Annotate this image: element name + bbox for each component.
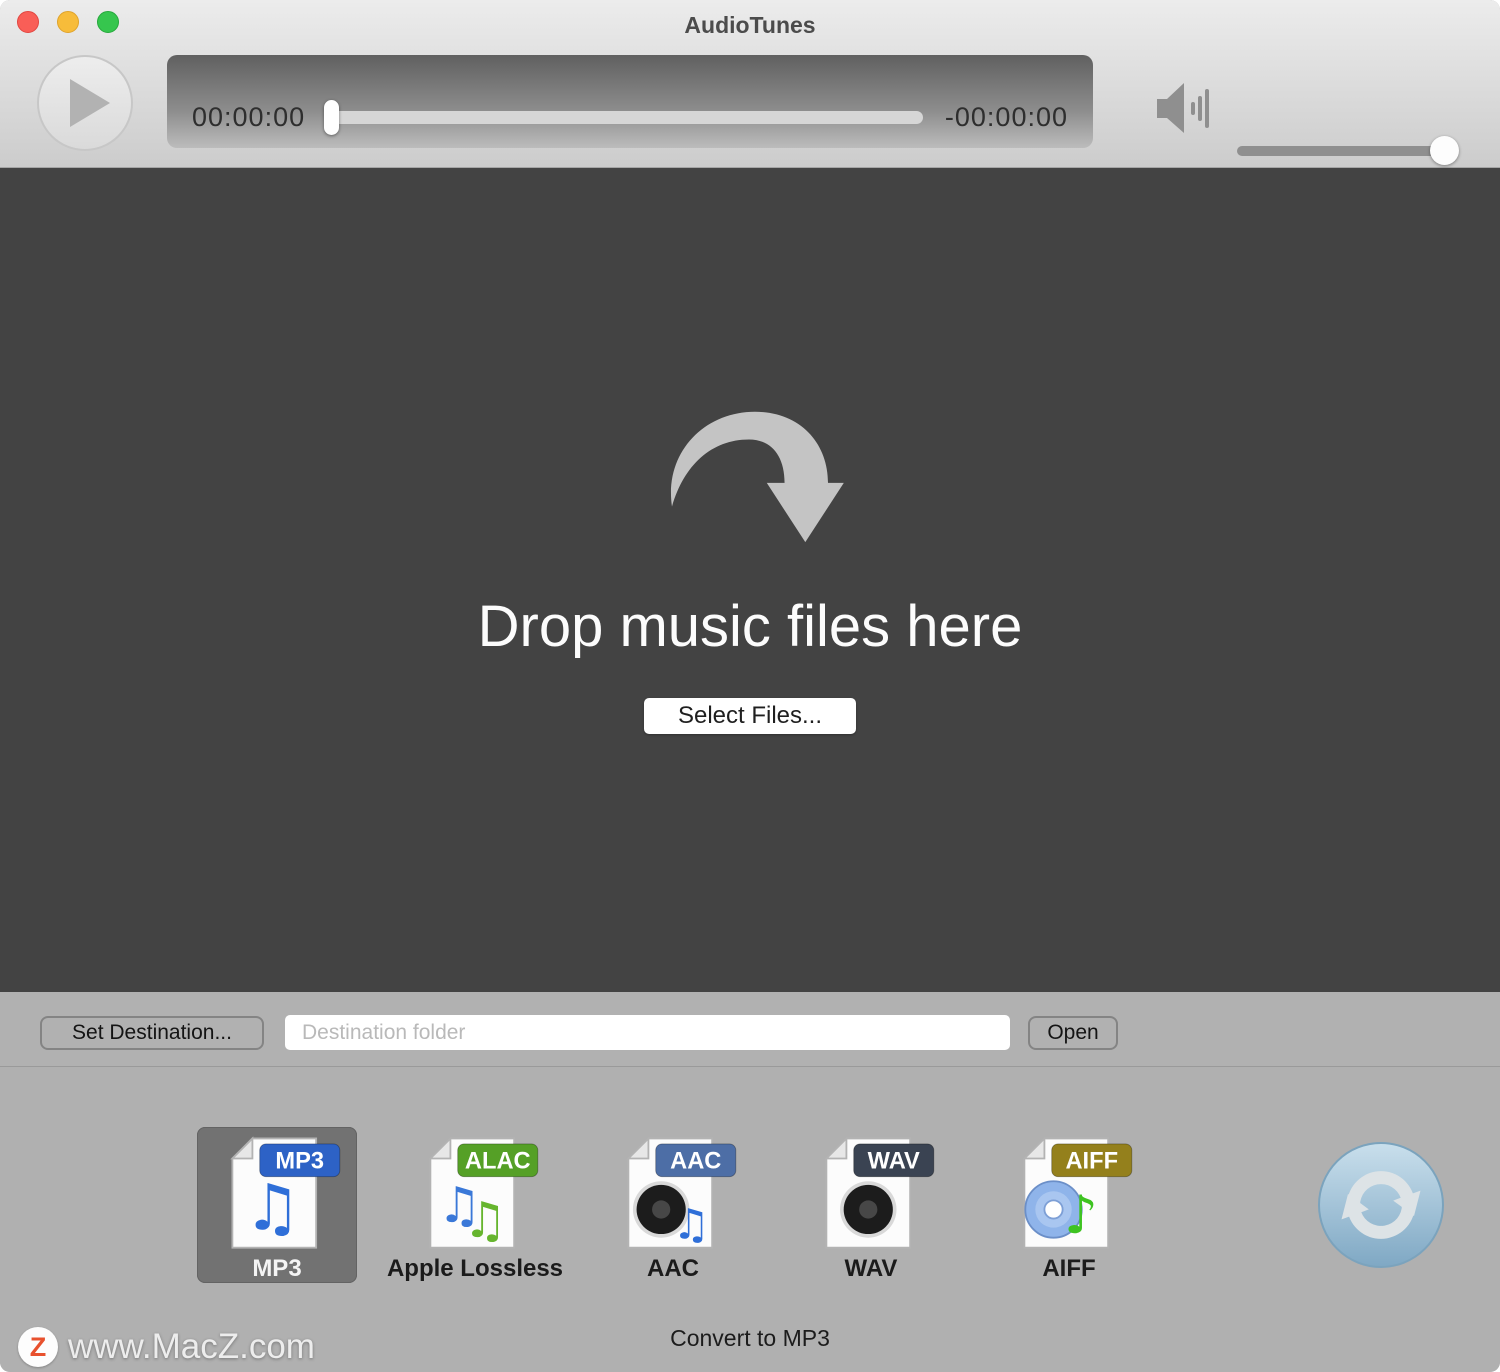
seek-slider[interactable] (327, 111, 923, 124)
set-destination-button[interactable]: Set Destination... (40, 1016, 264, 1050)
window-title: AudioTunes (0, 0, 1500, 48)
convert-sync-icon (1317, 1141, 1445, 1269)
destination-folder-input[interactable] (285, 1015, 1010, 1050)
wav-file-icon: WAV (801, 1133, 941, 1255)
remaining-time: -00:00:00 (945, 102, 1068, 133)
player-toolbar: 00:00:00 -00:00:00 (0, 48, 1500, 168)
open-destination-button[interactable]: Open (1028, 1016, 1118, 1050)
svg-text:WAV: WAV (868, 1149, 920, 1175)
seek-slider-thumb[interactable] (324, 100, 339, 135)
format-label: AIFF (1042, 1255, 1095, 1283)
format-tile-alac[interactable]: ♫ ♫ ALAC Apple Lossless (395, 1127, 555, 1283)
volume-slider[interactable] (1237, 146, 1445, 156)
elapsed-time: 00:00:00 (192, 102, 305, 133)
title-bar: AudioTunes (0, 0, 1500, 48)
watermark: Z www.MacZ.com (18, 1327, 315, 1367)
format-tile-wav[interactable]: WAV WAV (791, 1127, 951, 1283)
play-button[interactable] (37, 55, 133, 151)
svg-text:ALAC: ALAC (465, 1149, 531, 1175)
svg-text:AAC: AAC (670, 1149, 721, 1175)
svg-text:MP3: MP3 (275, 1149, 324, 1175)
music-note-icon: ♫ (463, 1191, 507, 1249)
svg-text:AIFF: AIFF (1065, 1149, 1118, 1175)
drop-message: Drop music files here (478, 598, 1023, 656)
speaker-cone-icon (840, 1181, 896, 1237)
mp3-file-icon: ♫ MP3 (207, 1133, 347, 1255)
destination-bar: Set Destination... Open (0, 992, 1500, 1067)
volume-slider-knob[interactable] (1430, 136, 1459, 165)
format-panel: ♫ MP3 MP3 ♫ ♫ ALAC Apple Lossless (0, 1067, 1500, 1371)
speaker-icon (1157, 80, 1215, 136)
format-row: ♫ MP3 MP3 ♫ ♫ ALAC Apple Lossless (197, 1127, 1149, 1283)
drop-zone[interactable]: Drop music files here Select Files... (0, 168, 1500, 992)
player-display: 00:00:00 -00:00:00 (167, 55, 1093, 148)
music-note-icon: ♫ (244, 1172, 301, 1246)
format-tile-aac[interactable]: ♫ AAC AAC (593, 1127, 753, 1283)
format-label: WAV (845, 1255, 898, 1283)
play-icon (70, 79, 110, 127)
format-tile-aiff[interactable]: ♪ AIFF AIFF (989, 1127, 1149, 1283)
aac-file-icon: ♫ AAC (603, 1133, 743, 1255)
format-label: Apple Lossless (387, 1255, 563, 1283)
select-files-button[interactable]: Select Files... (644, 698, 856, 734)
format-tile-mp3[interactable]: ♫ MP3 MP3 (197, 1127, 357, 1283)
music-note-icon: ♫ (672, 1200, 710, 1249)
music-note-icon: ♪ (1064, 1185, 1098, 1246)
macz-logo-icon: Z (18, 1327, 58, 1367)
format-label: MP3 (252, 1255, 301, 1283)
format-label: AAC (647, 1255, 699, 1283)
drop-arrow-icon (656, 396, 844, 554)
app-window: AudioTunes 00:00:00 -00:00:00 (0, 0, 1500, 1372)
convert-button[interactable] (1317, 1141, 1445, 1269)
alac-file-icon: ♫ ♫ ALAC (405, 1133, 545, 1255)
watermark-text: www.MacZ.com (68, 1327, 315, 1367)
aiff-file-icon: ♪ AIFF (999, 1133, 1139, 1255)
